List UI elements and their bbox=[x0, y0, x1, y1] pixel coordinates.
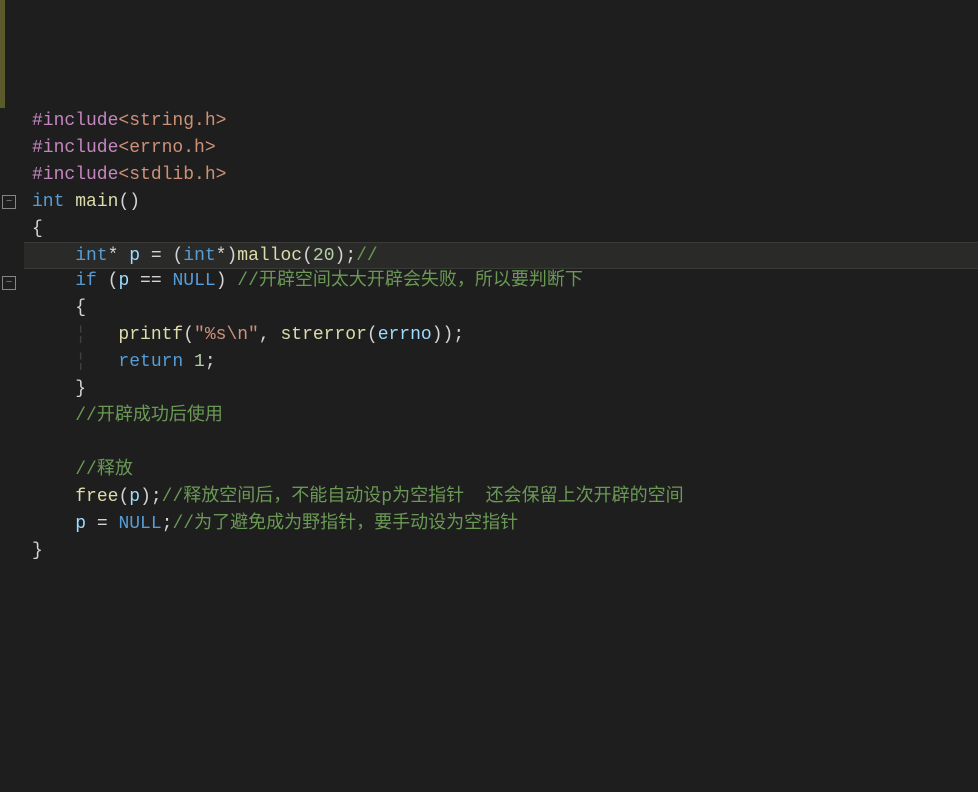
code-line[interactable]: } bbox=[24, 376, 978, 403]
token: 20 bbox=[313, 246, 335, 266]
token: main bbox=[75, 192, 118, 212]
token: #include bbox=[32, 138, 118, 158]
token bbox=[183, 352, 194, 372]
token: //开辟成功后使用 bbox=[75, 406, 223, 426]
code-line[interactable]: ¦ return 1; bbox=[24, 349, 978, 376]
token: )); bbox=[432, 325, 464, 345]
token: ; bbox=[162, 514, 173, 534]
code-line[interactable]: ¦ printf("%s\n", strerror(errno)); bbox=[24, 322, 978, 349]
token: <errno.h> bbox=[118, 138, 215, 158]
code-line[interactable]: //释放 bbox=[24, 457, 978, 484]
code-line[interactable]: free(p);//释放空间后，不能自动设p为空指针 还会保留上次开辟的空间 bbox=[24, 484, 978, 511]
code-line[interactable] bbox=[24, 430, 978, 457]
token: ( bbox=[97, 271, 119, 291]
token: } bbox=[75, 379, 86, 399]
token: = ( bbox=[140, 246, 183, 266]
token: #include bbox=[32, 111, 118, 131]
token: //释放空间后，不能自动设p为空指针 还会保留上次开辟的空间 bbox=[162, 487, 684, 507]
token: p bbox=[129, 487, 140, 507]
token: free bbox=[75, 487, 118, 507]
token: = bbox=[86, 514, 118, 534]
token: } bbox=[32, 541, 43, 561]
token: 1 bbox=[194, 352, 205, 372]
code-line[interactable]: //开辟成功后使用 bbox=[24, 403, 978, 430]
token: if bbox=[75, 271, 97, 291]
token: #include bbox=[32, 165, 118, 185]
token: { bbox=[32, 219, 43, 239]
token: strerror bbox=[280, 325, 366, 345]
code-line[interactable]: #include<string.h> bbox=[24, 108, 978, 135]
token: // bbox=[356, 246, 378, 266]
token: errno bbox=[378, 325, 432, 345]
token: ; bbox=[205, 352, 216, 372]
code-line[interactable]: #include<errno.h> bbox=[24, 135, 978, 162]
token: p bbox=[118, 271, 129, 291]
token: return bbox=[118, 352, 183, 372]
token: ( bbox=[183, 325, 194, 345]
token: == bbox=[129, 271, 172, 291]
token: int bbox=[75, 246, 107, 266]
code-editor: −− #include<string.h>#include<errno.h>#i… bbox=[0, 108, 978, 657]
token: //释放 bbox=[75, 460, 133, 480]
token: ( bbox=[118, 487, 129, 507]
code-line[interactable]: { bbox=[24, 216, 978, 243]
token: printf bbox=[118, 325, 183, 345]
code-line[interactable]: { bbox=[24, 295, 978, 322]
fold-toggle-icon[interactable]: − bbox=[2, 195, 16, 209]
code-line[interactable]: p = NULL;//为了避免成为野指针，要手动设为空指针 bbox=[24, 511, 978, 538]
code-line[interactable]: if (p == NULL) //开辟空间太大开辟会失败，所以要判断下 bbox=[24, 268, 978, 295]
token: //为了避免成为野指针，要手动设为空指针 bbox=[172, 514, 518, 534]
token: <stdlib.h> bbox=[118, 165, 226, 185]
token: () bbox=[118, 192, 140, 212]
token: *) bbox=[216, 246, 238, 266]
token: NULL bbox=[172, 271, 215, 291]
token: int bbox=[32, 192, 64, 212]
token: <string.h> bbox=[118, 111, 226, 131]
token: ); bbox=[140, 487, 162, 507]
token: ( bbox=[302, 246, 313, 266]
token: "%s\n" bbox=[194, 325, 259, 345]
code-line[interactable]: #include<stdlib.h> bbox=[24, 162, 978, 189]
token: * bbox=[108, 246, 130, 266]
token: p bbox=[129, 246, 140, 266]
token: ( bbox=[367, 325, 378, 345]
gutter: −− bbox=[0, 108, 20, 657]
code-line[interactable]: } bbox=[24, 538, 978, 565]
code-line[interactable]: int* p = (int*)malloc(20);// bbox=[24, 242, 978, 269]
fold-toggle-icon[interactable]: − bbox=[2, 276, 16, 290]
token: NULL bbox=[118, 514, 161, 534]
token: int bbox=[183, 246, 215, 266]
token: p bbox=[75, 514, 86, 534]
token: , bbox=[259, 325, 281, 345]
token: ); bbox=[335, 246, 357, 266]
token: { bbox=[75, 298, 86, 318]
token: ) bbox=[216, 271, 238, 291]
code-line[interactable]: int main() bbox=[24, 189, 978, 216]
token bbox=[64, 192, 75, 212]
code-area[interactable]: #include<string.h>#include<errno.h>#incl… bbox=[20, 108, 978, 657]
token: malloc bbox=[237, 246, 302, 266]
token: //开辟空间太大开辟会失败，所以要判断下 bbox=[237, 271, 583, 291]
